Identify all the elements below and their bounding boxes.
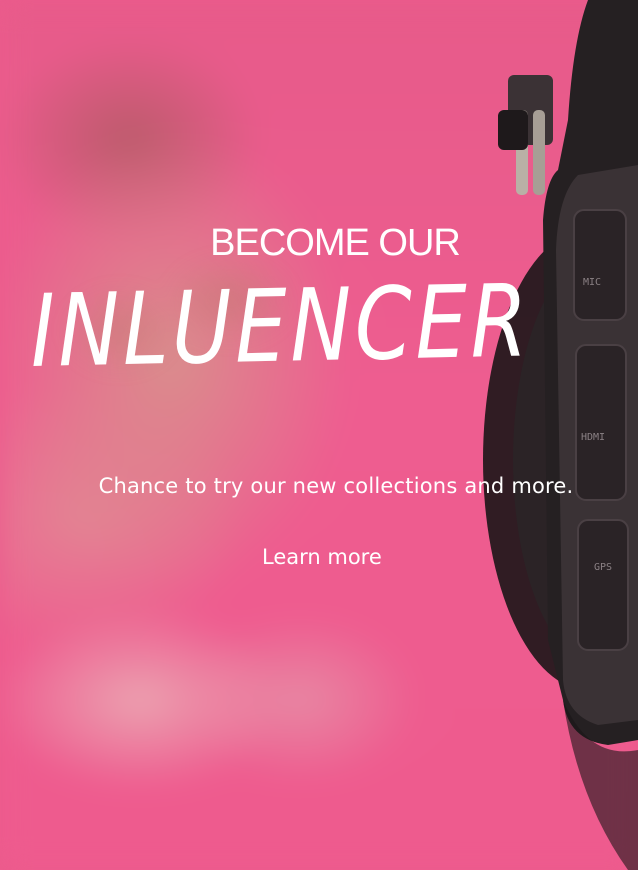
influencer-banner: MIC HDMI GPS BECOME OUR INLUENCER Chance… <box>0 0 638 870</box>
headline: INLUENCER <box>29 262 532 390</box>
subtitle: Chance to try our new collections and mo… <box>98 474 574 498</box>
learn-more-link[interactable]: Learn more <box>262 545 382 569</box>
eyebrow-text: BECOME OUR <box>210 222 461 264</box>
banner-content: BECOME OUR INLUENCER Chance to try our n… <box>0 0 638 870</box>
